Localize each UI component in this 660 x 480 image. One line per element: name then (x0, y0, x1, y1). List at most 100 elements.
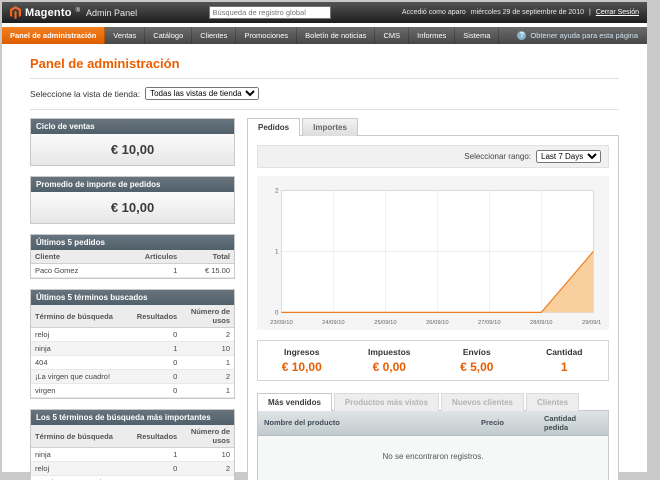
column-header: Artículos (137, 250, 182, 264)
average-orders-box: Promedio de importe de pedidos € 10,00 (30, 176, 235, 224)
column-header: Término de búsqueda (31, 425, 133, 448)
stat-label: Ingresos (258, 347, 346, 357)
average-orders-value: € 10,00 (31, 192, 234, 223)
range-bar: Seleccionar rango: Last 7 Days (257, 145, 609, 168)
store-view-label: Seleccione la vista de tienda: (30, 89, 140, 99)
user-info: Accedió como aparo miércoles 29 de septi… (402, 9, 639, 16)
last-orders-table: ClienteArtículosTotalPaco Gomez1€ 15.00 (31, 250, 234, 278)
column-header: Número de usos (181, 425, 234, 448)
divider (30, 78, 619, 79)
column-header: Precio (475, 411, 538, 436)
top-header: Magento ® Admin Panel Accedió como aparo… (2, 2, 647, 23)
column-header: Término de búsqueda (31, 305, 133, 328)
chart-container: 01223/09/1024/09/1025/09/1026/09/1027/09… (257, 176, 609, 330)
table-row[interactable]: ninja110 (31, 342, 234, 356)
logged-in-as: Accedió como aparo (402, 9, 466, 16)
svg-text:23/09/10: 23/09/10 (270, 320, 293, 326)
svg-text:2: 2 (275, 188, 279, 195)
stat-envios: Envíos€ 5,00 (433, 347, 521, 374)
tab-mas-vendidos[interactable]: Más vendidos (257, 393, 332, 411)
nav-item-sistema[interactable]: Sistema (455, 27, 499, 44)
stat-value: € 5,00 (433, 360, 521, 374)
content-area: Panel de administración Seleccione la vi… (2, 44, 647, 480)
svg-text:24/09/10: 24/09/10 (322, 320, 345, 326)
table-row[interactable]: ninja110 (31, 448, 234, 462)
help-icon: ? (517, 31, 526, 40)
box-title: Promedio de importe de pedidos (31, 177, 234, 192)
magento-logo: Magento ® Admin Panel (10, 6, 137, 19)
box-title: Últimos 5 términos buscados (31, 290, 234, 305)
box-title: Los 5 términos de búsqueda más important… (31, 410, 234, 425)
global-search-input[interactable] (209, 6, 331, 19)
last-orders-box: Últimos 5 pedidos ClienteArtículosTotalP… (30, 234, 235, 279)
table-row[interactable]: ¡La virgen que cuadro!02 (31, 476, 234, 480)
table-row[interactable]: virgen01 (31, 384, 234, 398)
stat-value: 1 (521, 360, 609, 374)
nav-item-clientes[interactable]: Clientes (192, 27, 236, 44)
logo-trademark: ® (76, 8, 80, 14)
logout-link[interactable]: Cerrar Sesión (596, 9, 639, 16)
nav-item-cms[interactable]: CMS (375, 27, 409, 44)
stat-cantidad: Cantidad 1 (521, 347, 609, 374)
stat-ingresos: Ingresos € 10,00 (258, 347, 346, 374)
help-link[interactable]: ? Obtener ayuda para esta página (517, 27, 647, 44)
separator: | (589, 9, 591, 16)
stat-impuestos: Impuestos€ 0,00 (346, 347, 434, 374)
column-header: Cantidad pedida (538, 411, 608, 436)
column-header: Cliente (31, 250, 137, 264)
admin-panel-page: Magento ® Admin Panel Accedió como aparo… (2, 2, 647, 472)
table-row[interactable]: ¡La virgen que cuadro!02 (31, 370, 234, 384)
top-search-terms-table: Término de búsquedaResultadosNúmero de u… (31, 425, 234, 480)
logo-subtitle: Admin Panel (86, 8, 137, 18)
table-row[interactable]: 40401 (31, 356, 234, 370)
dashboard-sidebar: Ciclo de ventas € 10,00 Promedio de impo… (30, 118, 235, 480)
tab-nuevos-clientes: Nuevos clientes (441, 393, 524, 411)
svg-text:29/09/10: 29/09/10 (582, 320, 601, 326)
svg-text:25/09/10: 25/09/10 (374, 320, 397, 326)
nav-item-catalogo[interactable]: Catálogo (145, 27, 192, 44)
main-navigation: Panel de administraciónVentasCatálogoCli… (2, 27, 647, 44)
tab-pedidos[interactable]: Pedidos (247, 118, 300, 136)
table-row[interactable]: Paco Gomez1€ 15.00 (31, 264, 234, 278)
column-header: Nombre del producto (258, 411, 475, 436)
nav-item-informes[interactable]: Informes (409, 27, 455, 44)
top-search-terms-box: Los 5 términos de búsqueda más important… (30, 409, 235, 480)
products-grid: Nombre del productoPrecioCantidad pedida… (257, 410, 609, 480)
report-panel: Seleccionar rango: Last 7 Days 0 1 2 23/09/… (247, 135, 619, 480)
stat-label: Cantidad (521, 347, 609, 357)
nav-item-ventas[interactable]: Ventas (105, 27, 145, 44)
dashboard: Ciclo de ventas € 10,00 Promedio de impo… (30, 118, 619, 480)
table-row[interactable]: reloj02 (31, 328, 234, 342)
range-select[interactable]: Last 7 Days (536, 150, 601, 163)
tab-clientes: Clientes (526, 393, 579, 411)
tab-productos-mas-vistos: Productos más vistos (334, 393, 439, 411)
nav-item-promociones[interactable]: Promociones (236, 27, 297, 44)
column-header: Total (181, 250, 234, 264)
divider (30, 109, 619, 110)
last-search-terms-table: Término de búsquedaResultadosNúmero de u… (31, 305, 234, 398)
bottom-tabs: Más vendidosProductos más vistosNuevos c… (257, 393, 609, 411)
column-header: Resultados (133, 425, 181, 448)
stat-label: Impuestos (346, 347, 434, 357)
stat-value: € 10,00 (258, 360, 346, 374)
magento-logo-icon (10, 6, 21, 19)
box-title: Ciclo de ventas (31, 119, 234, 134)
box-title: Últimos 5 pedidos (31, 235, 234, 250)
tab-importes[interactable]: Importes (302, 118, 358, 136)
nav-item-boletin-de-noticias[interactable]: Boletín de noticias (297, 27, 375, 44)
range-label: Seleccionar rango: (464, 152, 531, 161)
store-view-select[interactable]: Todas las vistas de tienda (145, 87, 259, 100)
logo-text: Magento (25, 7, 72, 19)
last-search-terms-box: Últimos 5 términos buscados Término de b… (30, 289, 235, 399)
page-title: Panel de administración (30, 56, 619, 71)
svg-text:0: 0 (275, 309, 279, 316)
nav-item-panel-de-administracion[interactable]: Panel de administración (2, 27, 105, 44)
dashboard-main: PedidosImportes Seleccionar rango: Last … (247, 118, 619, 480)
svg-text:1: 1 (275, 248, 279, 255)
svg-text:26/09/10: 26/09/10 (426, 320, 449, 326)
current-date: miércoles 29 de septiembre de 2010 (471, 9, 584, 16)
table-row[interactable]: reloj02 (31, 462, 234, 476)
totals-bar: Ingresos € 10,00Impuestos€ 0,00Envíos€ 5,… (257, 340, 609, 381)
column-header: Resultados (133, 305, 181, 328)
report-tabs: PedidosImportes (247, 118, 619, 136)
